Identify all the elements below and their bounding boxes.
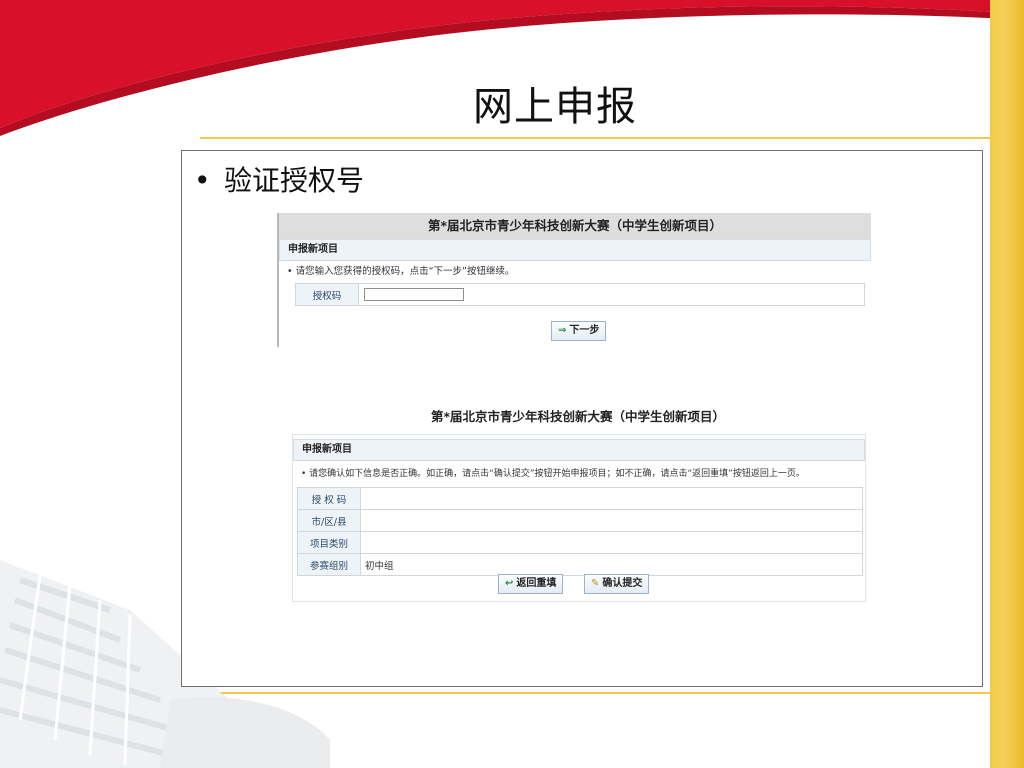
info-value xyxy=(360,531,863,554)
screen2-section-header: 申报新项目 xyxy=(293,439,865,461)
screen1-title: 第*届北京市青少年科技创新大赛（中学生创新项目） xyxy=(279,213,871,239)
screen1-instruction: • 请您输入您获得的授权码，点击“下一步”按钮继续。 xyxy=(287,266,515,277)
info-label: 市/区/县 xyxy=(297,509,361,532)
info-value xyxy=(360,487,863,510)
screen1-section-header: 申报新项目 xyxy=(279,239,871,261)
arrow-right-icon: ⇒ xyxy=(558,325,567,336)
auth-code-cell xyxy=(358,283,865,306)
next-step-label: 下一步 xyxy=(569,325,600,336)
info-label: 参赛组别 xyxy=(297,553,361,576)
pencil-icon: ✎ xyxy=(591,578,600,589)
bullet-dot: • xyxy=(194,164,211,197)
screen2-title: 第*届北京市青少年科技创新大赛（中学生创新项目） xyxy=(430,409,726,424)
info-row: 市/区/县 xyxy=(297,509,863,532)
info-label: 授 权 码 xyxy=(297,487,361,510)
info-value: 初中组 xyxy=(360,553,863,576)
info-value xyxy=(360,509,863,532)
confirm-screen: 申报新项目 • 请您确认如下信息是否正确。如正确，请点击“确认提交”按钮开始申报… xyxy=(292,434,866,602)
bullet-item: • 验证授权号 xyxy=(194,159,364,199)
confirm-submit-button[interactable]: ✎ 确认提交 xyxy=(584,574,650,594)
next-step-button[interactable]: ⇒ 下一步 xyxy=(551,321,607,341)
info-row: 授 权 码 xyxy=(297,487,863,510)
slide-title: 网上申报 xyxy=(473,84,637,130)
info-row: 项目类别 xyxy=(297,531,863,554)
confirm-info-table: 授 权 码 市/区/县 项目类别 参赛组别 初中组 xyxy=(297,487,863,576)
bullet-text: 验证授权号 xyxy=(224,164,365,197)
info-label: 项目类别 xyxy=(297,531,361,554)
confirm-submit-label: 确认提交 xyxy=(602,578,643,589)
auth-code-screen: 第*届北京市青少年科技创新大赛（中学生创新项目） 申报新项目 • 请您输入您获得… xyxy=(277,213,871,347)
auth-code-input[interactable] xyxy=(364,288,464,301)
content-frame: • 验证授权号 第*届北京市青少年科技创新大赛（中学生创新项目） 申报新项目 • … xyxy=(181,150,983,687)
auth-code-label: 授权码 xyxy=(295,283,359,306)
info-row: 参赛组别 初中组 xyxy=(297,553,863,576)
back-refill-button[interactable]: ↩ 返回重填 xyxy=(498,574,564,594)
return-arrow-icon: ↩ xyxy=(505,578,514,589)
back-refill-label: 返回重填 xyxy=(516,578,557,589)
auth-code-row: 授权码 xyxy=(295,283,865,306)
screen2-instruction: • 请您确认如下信息是否正确。如正确，请点击“确认提交”按钮开始申报项目；如不正… xyxy=(301,469,805,479)
auth-code-form: 授权码 xyxy=(295,283,865,306)
